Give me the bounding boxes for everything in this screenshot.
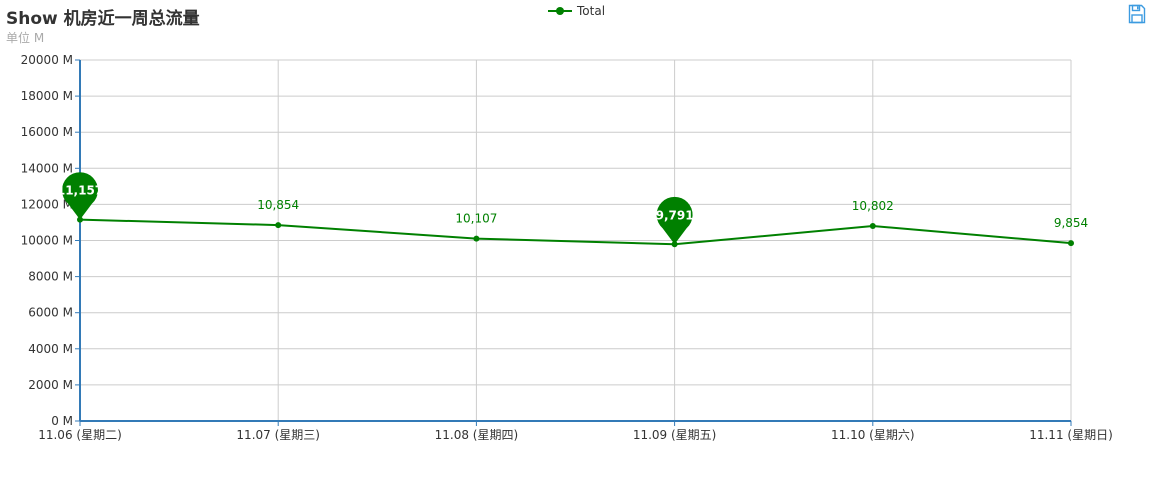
- x-tick-label: 11.09 (星期五): [633, 428, 717, 442]
- x-tick-label: 11.10 (星期六): [831, 428, 915, 442]
- y-tick-label: 0 M: [51, 414, 73, 428]
- x-tick-label: 11.08 (星期四): [435, 428, 519, 442]
- data-point[interactable]: [473, 235, 480, 242]
- y-tick-label: 2000 M: [28, 378, 73, 392]
- data-label: 10,802: [852, 199, 894, 213]
- data-point[interactable]: [1068, 240, 1074, 247]
- x-tick-label: 11.11 (星期日): [1029, 428, 1113, 442]
- mark-point-label: 9,791: [656, 208, 694, 222]
- y-tick-label: 14000 M: [21, 161, 73, 175]
- data-point[interactable]: [869, 223, 876, 230]
- x-tick-label: 11.06 (星期二): [38, 428, 122, 442]
- y-tick-label: 16000 M: [21, 125, 73, 139]
- data-label: 9,854: [1054, 216, 1088, 230]
- x-tick-label: 11.07 (星期三): [236, 428, 320, 442]
- y-tick-label: 4000 M: [28, 342, 73, 356]
- y-tick-label: 20000 M: [21, 53, 73, 67]
- y-tick-label: 6000 M: [28, 306, 73, 320]
- line-chart: 0 M2000 M4000 M6000 M8000 M10000 M12000 …: [21, 53, 1113, 442]
- y-tick-label: 8000 M: [28, 270, 73, 284]
- y-tick-label: 10000 M: [21, 234, 73, 248]
- data-label: 10,107: [455, 212, 497, 226]
- y-tick-label: 18000 M: [21, 89, 73, 103]
- data-label: 10,854: [257, 198, 299, 212]
- data-point[interactable]: [275, 222, 282, 229]
- mark-point-label: 11,157: [57, 184, 103, 198]
